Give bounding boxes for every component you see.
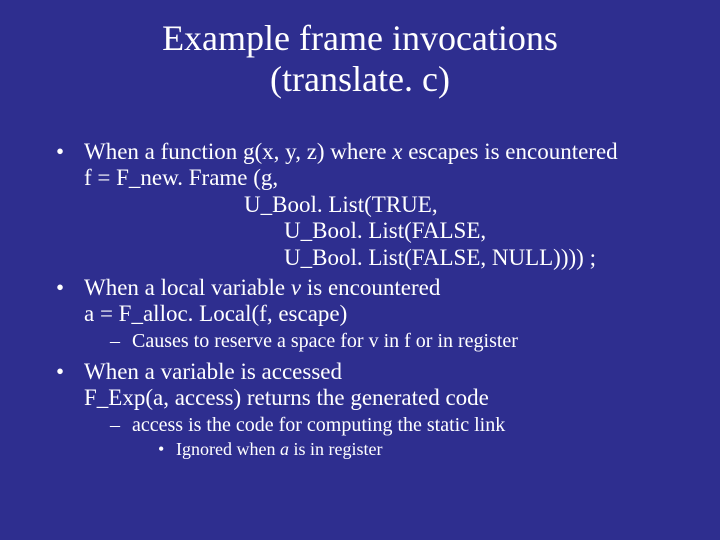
b2-text-b: v (291, 275, 301, 300)
b3-line2: F_Exp(a, access) returns the generated c… (84, 385, 700, 411)
bullet-2: When a local variable v is encountered a… (56, 275, 700, 353)
b3-sub1: access is the code for computing the sta… (110, 414, 700, 460)
b3-sub2-c: is in register (289, 439, 382, 459)
b1-line3: U_Bool. List(TRUE, (84, 192, 700, 218)
b2-sublist: Causes to reserve a space for v in f or … (110, 330, 700, 353)
b1-text-c: escapes is encountered (402, 139, 617, 164)
bullet-1: When a function g(x, y, z) where x escap… (56, 139, 700, 271)
b3-sub2: Ignored when a is in register (158, 439, 700, 460)
b3-sublist: access is the code for computing the sta… (110, 414, 700, 460)
b2-text-a: When a local variable (84, 275, 291, 300)
bullet-3: When a variable is accessed F_Exp(a, acc… (56, 359, 700, 460)
b2-line2: a = F_alloc. Local(f, escape) (84, 301, 700, 327)
b3-sub2-b: a (280, 439, 289, 459)
b1-text-b: x (392, 139, 402, 164)
b1-line4: U_Bool. List(FALSE, (84, 218, 700, 244)
b2-sub1: Causes to reserve a space for v in f or … (110, 330, 700, 353)
bullet-list: When a function g(x, y, z) where x escap… (56, 139, 700, 460)
b3-sub2-a: Ignored when (176, 439, 280, 459)
b3-line1: When a variable is accessed (84, 359, 342, 384)
b3-subsublist: Ignored when a is in register (158, 439, 700, 460)
b1-line2: f = F_new. Frame (g, (84, 165, 700, 191)
slide: Example frame invocations (translate. c)… (0, 0, 720, 540)
title-line-1: Example frame invocations (162, 18, 558, 58)
b3-sub1-text: access is the code for computing the sta… (132, 414, 505, 436)
b1-line5: U_Bool. List(FALSE, NULL)))) ; (84, 245, 700, 271)
title-line-2: (translate. c) (270, 59, 450, 99)
b2-text-c: is encountered (301, 275, 440, 300)
b2-sub1-text: Causes to reserve a space for v in f or … (132, 330, 518, 352)
b1-text-a: When a function g(x, y, z) where (84, 139, 392, 164)
slide-title: Example frame invocations (translate. c) (20, 18, 700, 101)
